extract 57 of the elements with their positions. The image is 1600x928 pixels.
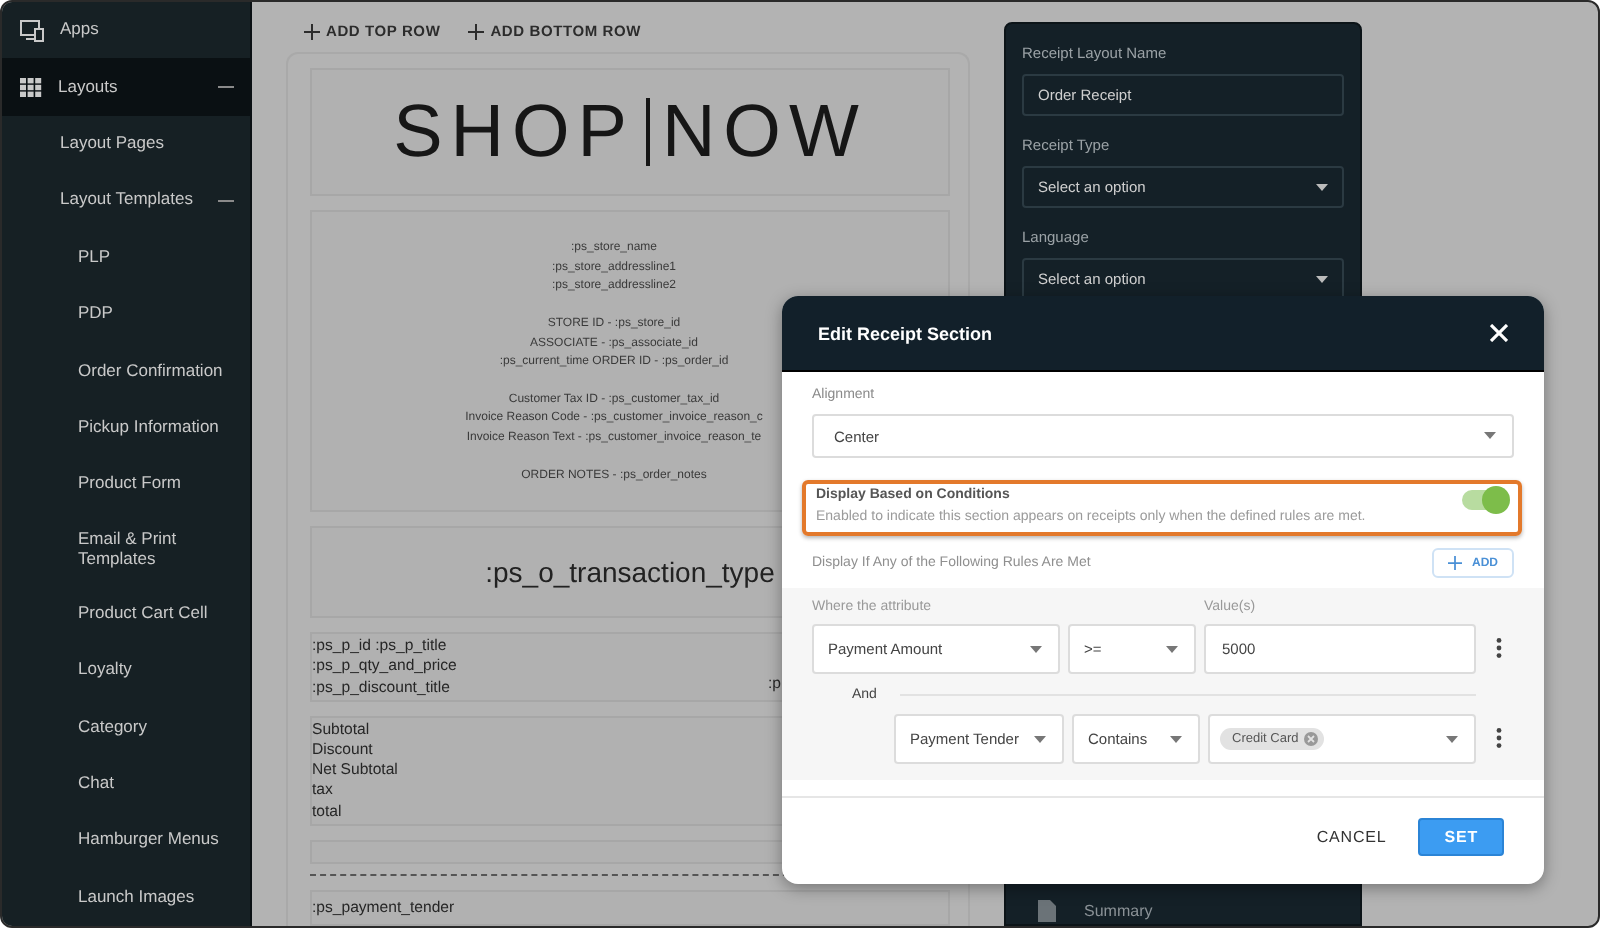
close-button[interactable] (1490, 324, 1508, 342)
sidebar-label: PLP (78, 247, 113, 268)
sidebar-label: Apps (60, 20, 101, 41)
sidebar-item[interactable]: PLP (2, 229, 250, 286)
sidebar-item[interactable]: Loyalty (2, 641, 250, 699)
sidebar-label: Order Confirmation (78, 361, 225, 381)
sidebar-label: Product Cart Cell (78, 603, 210, 624)
sidebar-label: Email & Print Templates (78, 529, 179, 569)
more-icon[interactable] (1496, 638, 1502, 658)
sidebar-item[interactable]: Email & Print Templates (2, 513, 250, 586)
sidebar-item[interactable]: Layouts (2, 58, 250, 116)
monitor-icon (20, 19, 44, 42)
sidebar-label: Product Form (78, 474, 183, 495)
sidebar-label: Layout Templates (60, 190, 195, 211)
caret-icon (1170, 735, 1182, 743)
sidebar-label: Pickup Information (78, 418, 221, 438)
caret-icon (1166, 645, 1178, 653)
sidebar-item[interactable]: Product Cart Cell (2, 585, 250, 642)
sidebar-item[interactable]: Product Form (2, 456, 250, 514)
plus-icon (1448, 556, 1462, 570)
sidebar-label: Launch Images (78, 887, 197, 908)
sidebar-label: Loyalty (78, 660, 134, 680)
document-icon (1038, 900, 1056, 922)
sidebar-label: Category (78, 717, 149, 737)
sidebar-item[interactable]: Launch Images (2, 868, 250, 926)
sidebar-item[interactable]: Hamburger Menus (2, 812, 250, 869)
sidebar-item[interactable]: Category (2, 698, 250, 756)
sidebar-label: Layouts (58, 77, 120, 97)
sidebar-item[interactable]: Order Confirmation (2, 342, 250, 400)
summary-item[interactable]: Summary (1022, 898, 1344, 922)
caret-icon (1030, 645, 1042, 653)
logo: SHOP NOW (393, 90, 867, 175)
sidebar-label: Chat (78, 774, 116, 794)
close-icon (1490, 324, 1508, 342)
plus-icon (468, 23, 485, 39)
sidebar-item[interactable]: Layout Pages (2, 115, 250, 173)
grid-icon (20, 77, 42, 98)
sidebar-item[interactable]: Layout Templates (2, 172, 250, 230)
plus-icon (304, 23, 320, 39)
dialog-title: Edit Receipt Section (818, 323, 993, 343)
more-icon[interactable] (1496, 728, 1502, 748)
sidebar-label: PDP (78, 304, 115, 325)
sidebar-item[interactable]: Pickup Information (2, 399, 250, 457)
cancel-button[interactable]: CANCEL (1316, 818, 1387, 856)
sidebar-item[interactable]: Apps (2, 2, 250, 59)
logo-section[interactable]: SHOP NOW (310, 68, 950, 197)
caret-icon (1316, 275, 1328, 283)
caret-icon (1316, 183, 1328, 191)
caret-icon (1034, 735, 1046, 743)
caret-icon (1446, 735, 1458, 743)
sidebar-label: Layout Pages (60, 134, 166, 154)
sidebar-item[interactable]: Chat (2, 755, 250, 813)
caret-icon (1484, 432, 1496, 440)
conditions-toggle[interactable] (1462, 490, 1506, 510)
receipt-text: :ps_o_transaction_type (485, 556, 775, 589)
sidebar-label: Hamburger Menus (78, 830, 221, 851)
sidebar-item[interactable]: PDP (2, 285, 250, 343)
